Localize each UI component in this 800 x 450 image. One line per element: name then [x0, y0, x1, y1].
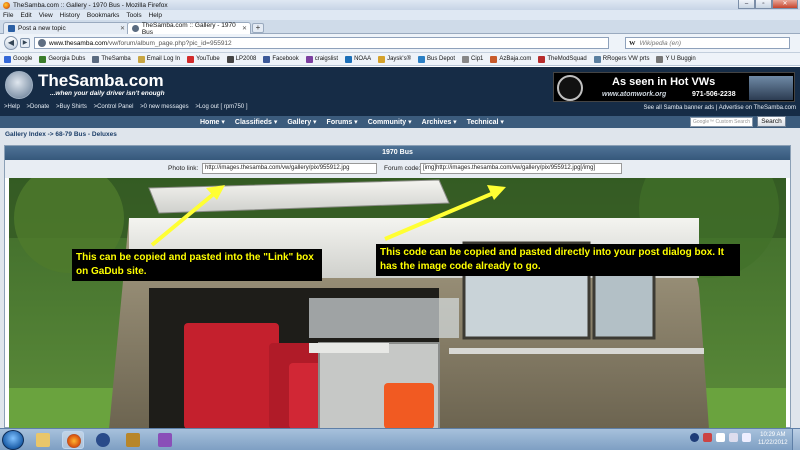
- network-icon[interactable]: [729, 433, 738, 442]
- wikipedia-icon: W: [629, 39, 636, 47]
- window-title: TheSamba.com :: Gallery - 1970 Bus - Moz…: [13, 1, 168, 9]
- menu-history[interactable]: History: [60, 12, 80, 19]
- bookmark-item[interactable]: craigslist: [305, 55, 338, 63]
- menu-bar: File Edit View History Bookmarks Tools H…: [0, 10, 800, 20]
- menu-help[interactable]: Help: [149, 12, 162, 19]
- clock-date: 11/22/2012: [758, 440, 788, 446]
- bookmark-favicon-icon: [263, 55, 271, 63]
- bookmark-favicon-icon: [378, 55, 386, 63]
- bookmark-favicon-icon: [490, 55, 498, 63]
- help-icon[interactable]: [690, 433, 699, 442]
- maximize-button[interactable]: ▫: [755, 0, 772, 9]
- browser-search-input[interactable]: W Wikipedia (en): [625, 37, 790, 49]
- bookmark-item[interactable]: TheModSquad: [538, 55, 587, 63]
- navigation-bar: ◀ ▶ www.thesamba.com/vw/forum/album_page…: [0, 34, 800, 53]
- bookmark-item[interactable]: Georgia Dubs: [39, 55, 85, 63]
- bookmark-favicon-icon: [538, 55, 546, 63]
- app-icon: [126, 433, 140, 447]
- site-identity-icon: [38, 39, 46, 47]
- bookmark-favicon-icon: [92, 55, 100, 63]
- taskbar-app-5[interactable]: [154, 431, 176, 449]
- tab-post-new-topic[interactable]: Post a new topic ✕: [3, 22, 129, 34]
- flag-icon[interactable]: [716, 433, 725, 442]
- bookmark-favicon-icon: [226, 55, 234, 63]
- firefox-icon: [67, 434, 81, 448]
- menu-bookmarks[interactable]: Bookmarks: [87, 12, 120, 19]
- bookmark-item[interactable]: Email Log In: [137, 55, 180, 63]
- bookmark-item[interactable]: Jaysk's®: [378, 55, 411, 63]
- menu-view[interactable]: View: [39, 12, 53, 19]
- left-arrow-line: [150, 190, 218, 247]
- bookmark-item[interactable]: YouTube: [187, 55, 220, 63]
- bookmark-item[interactable]: Facebook: [263, 55, 299, 63]
- taskbar-firefox[interactable]: [62, 431, 84, 449]
- taskbar: 10:29 AM 11/22/2012: [0, 428, 800, 450]
- bookmark-item[interactable]: Y U Buggin: [656, 55, 696, 63]
- bookmark-favicon-icon: [593, 55, 601, 63]
- bookmark-favicon-icon: [39, 55, 47, 63]
- firefox-icon: [3, 1, 10, 9]
- bookmark-favicon-icon: [462, 55, 470, 63]
- show-desktop-button[interactable]: [792, 429, 800, 450]
- system-tray: [690, 433, 755, 442]
- back-button[interactable]: ◀: [4, 36, 18, 50]
- tab-gallery-1970-bus[interactable]: TheSamba.com :: Gallery - 1970 Bus ✕: [127, 22, 251, 36]
- bookmark-favicon-icon: [656, 55, 664, 63]
- new-tab-button[interactable]: +: [252, 23, 264, 33]
- bookmark-item[interactable]: Google: [4, 55, 32, 63]
- bookmark-favicon-icon: [4, 55, 11, 63]
- bookmark-item[interactable]: RRogers VW prts: [593, 55, 649, 63]
- tab-favicon-icon: [132, 25, 139, 32]
- start-button[interactable]: [2, 430, 24, 450]
- tab-bar: Post a new topic ✕ TheSamba.com :: Galle…: [0, 20, 800, 36]
- app-icon: [158, 433, 172, 447]
- taskbar-app-3[interactable]: [92, 431, 114, 449]
- app-icon: [96, 433, 110, 447]
- tab-close-icon[interactable]: ✕: [242, 25, 247, 32]
- volume-icon[interactable]: [742, 433, 751, 442]
- system-clock[interactable]: 10:29 AM 11/22/2012: [758, 431, 788, 447]
- tab-favicon-icon: [8, 25, 15, 32]
- close-window-button[interactable]: ✕: [772, 0, 798, 9]
- bookmarks-toolbar: Google Georgia Dubs TheSamba Email Log In Yo…: [0, 53, 800, 66]
- taskbar-explorer[interactable]: [32, 431, 54, 449]
- minimize-button[interactable]: –: [738, 0, 755, 9]
- menu-file[interactable]: File: [3, 12, 13, 19]
- right-arrow-line: [384, 190, 497, 241]
- left-annotation-note: This can be copied and pasted into the "…: [72, 249, 322, 281]
- folder-icon: [36, 433, 50, 447]
- url-bar[interactable]: www.thesamba.com/vw/forum/album_page.php…: [34, 37, 609, 49]
- bookmark-favicon-icon: [137, 55, 145, 63]
- bookmark-item[interactable]: Bus Depot: [418, 55, 455, 63]
- bookmark-item[interactable]: TheSamba: [92, 55, 131, 63]
- bookmark-item[interactable]: Cip1: [462, 55, 483, 63]
- taskbar-app-4[interactable]: [122, 431, 144, 449]
- bookmark-favicon-icon: [345, 55, 353, 63]
- tray-app-icon[interactable]: [703, 433, 712, 442]
- website-viewport: TheSamba.com ...when your daily driver i…: [0, 67, 800, 428]
- bookmark-favicon-icon: [187, 55, 195, 63]
- bookmark-favicon-icon: [418, 55, 425, 63]
- bookmark-favicon-icon: [305, 55, 313, 63]
- clock-time: 10:29 AM: [760, 432, 786, 438]
- right-annotation-note: This code can be copied and pasted direc…: [376, 244, 740, 276]
- bookmark-item[interactable]: AzBaja.com: [490, 55, 531, 63]
- forward-button[interactable]: ▶: [20, 38, 30, 48]
- window-title-bar: TheSamba.com :: Gallery - 1970 Bus - Moz…: [0, 0, 800, 10]
- bookmark-item[interactable]: LP2008: [226, 55, 256, 63]
- menu-tools[interactable]: Tools: [126, 12, 141, 19]
- tab-close-icon[interactable]: ✕: [120, 25, 125, 32]
- menu-edit[interactable]: Edit: [20, 12, 31, 19]
- bookmark-item[interactable]: NOAA: [345, 55, 371, 63]
- window-controls: – ▫ ✕: [738, 0, 798, 9]
